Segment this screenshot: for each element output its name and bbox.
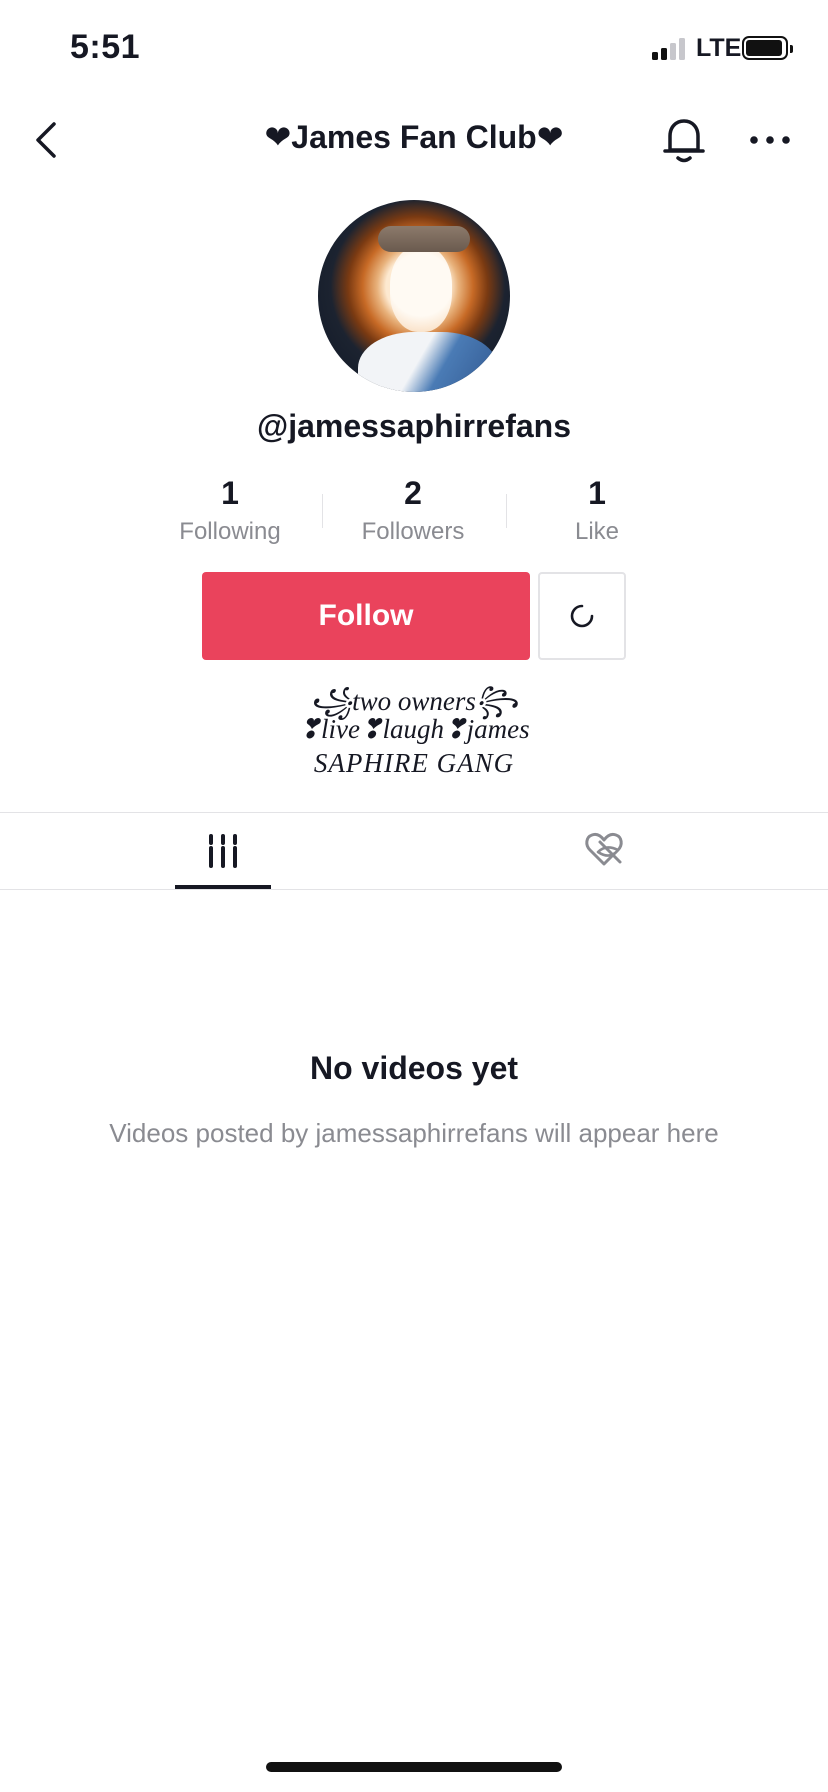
bell-icon — [663, 119, 705, 163]
more-dots-icon — [750, 136, 790, 144]
avatar[interactable] — [318, 200, 510, 392]
stat-divider — [322, 494, 323, 528]
stat-likes-value: 1 — [588, 475, 606, 511]
tab-liked[interactable] — [556, 812, 652, 888]
empty-state-subtitle: Videos posted by jamessaphirrefans will … — [109, 1118, 719, 1148]
heart-hidden-icon — [585, 832, 623, 866]
notification-bell-button[interactable] — [660, 114, 708, 166]
bio-line: ❣live❣laugh❣james — [298, 714, 530, 744]
stat-following-value: 1 — [221, 475, 239, 511]
stat-following-label: Following — [179, 518, 281, 545]
empty-state-title: No videos yet — [309, 1050, 519, 1086]
stat-followers[interactable]: 2 Followers — [333, 474, 493, 546]
username-handle: @jamessaphirrefans — [256, 408, 571, 444]
stat-likes: 1 Like — [517, 474, 677, 546]
bio-line: SAPHIRE GANG — [313, 748, 515, 778]
suggested-accounts-button[interactable] — [538, 572, 626, 660]
tabs-top-divider — [0, 812, 828, 813]
cellular-signal-icon — [652, 38, 688, 60]
follow-button[interactable]: Follow — [202, 572, 530, 660]
loading-spinner-icon — [570, 604, 594, 628]
stat-following[interactable]: 1 Following — [150, 474, 310, 546]
stat-followers-value: 2 — [404, 475, 422, 511]
network-label: LTE — [696, 34, 742, 62]
tab-videos[interactable] — [175, 812, 271, 888]
battery-icon — [742, 36, 793, 60]
home-indicator[interactable] — [266, 1762, 562, 1772]
tabs-bottom-divider — [0, 889, 828, 890]
status-time: 5:51 — [70, 28, 141, 66]
more-options-button[interactable] — [748, 122, 792, 158]
stat-divider — [506, 494, 507, 528]
stat-followers-label: Followers — [361, 518, 465, 545]
grid-lines-icon — [209, 834, 237, 868]
stat-likes-label: Like — [574, 518, 620, 545]
